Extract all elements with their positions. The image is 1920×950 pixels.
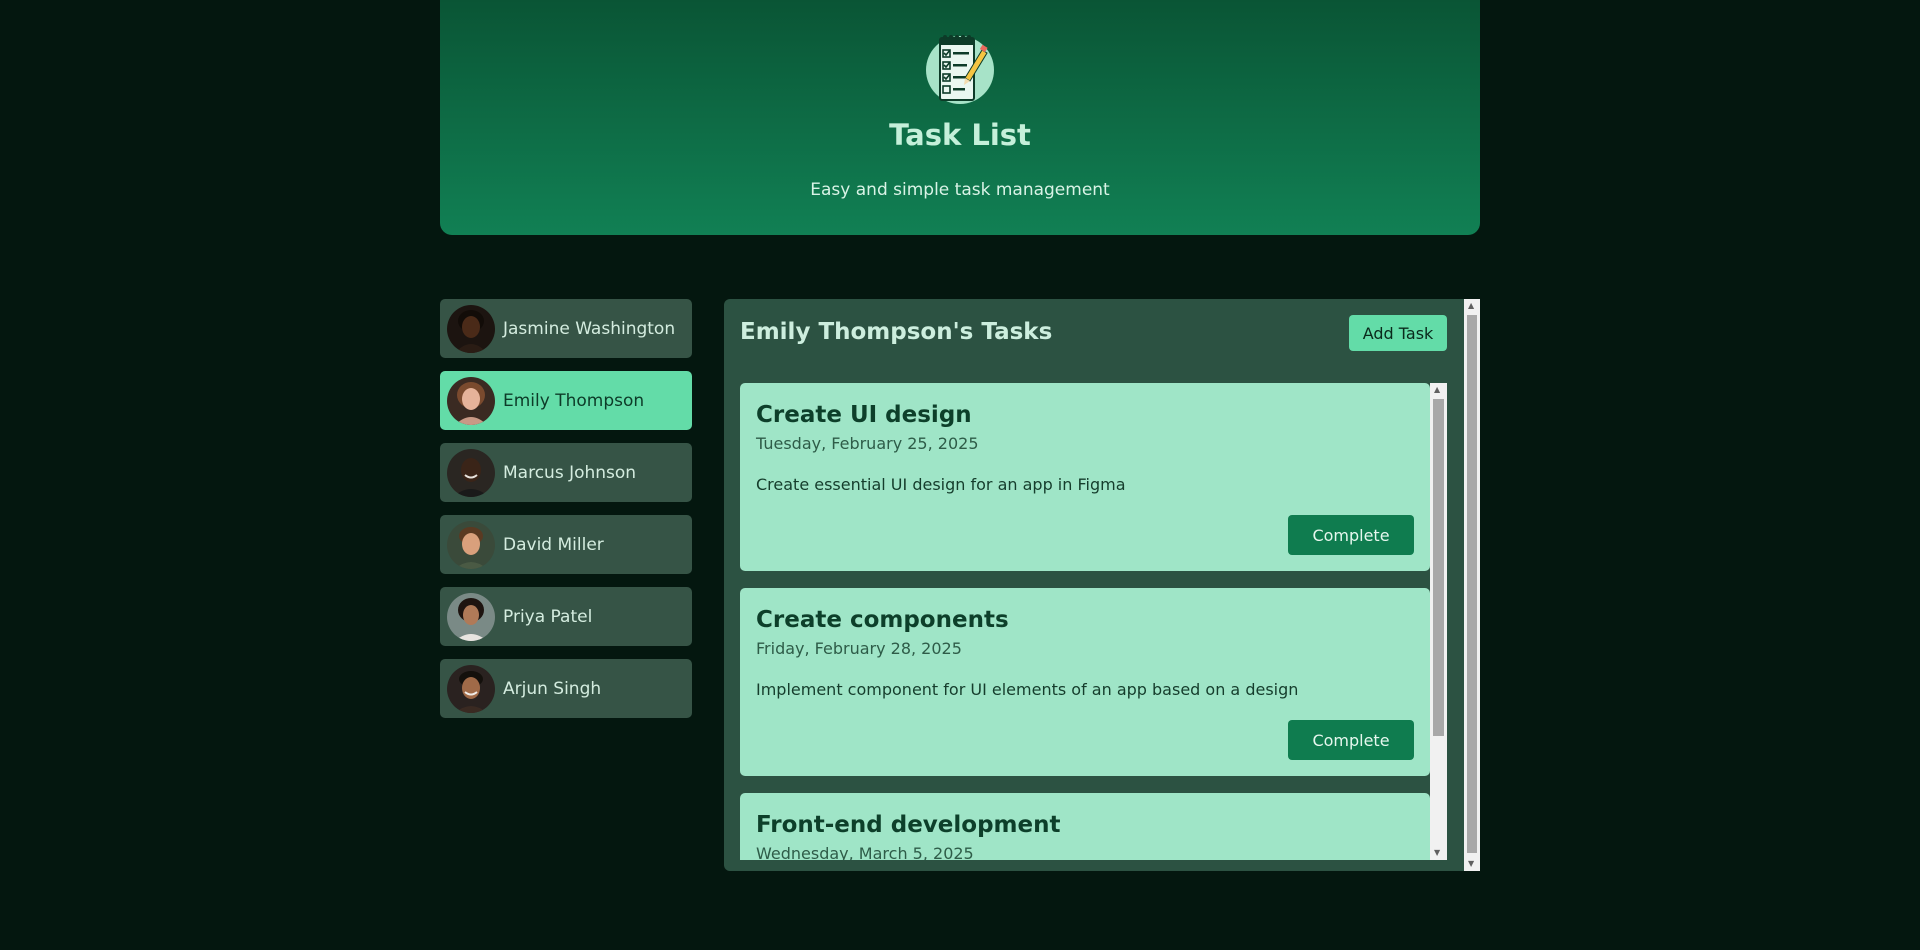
tasks-panel: Emily Thompson's Tasks Add Task Create U… bbox=[724, 299, 1480, 871]
sidebar-item-priya-patel[interactable]: Priya Patel bbox=[440, 587, 692, 646]
scroll-up-arrow-icon[interactable]: ▲ bbox=[1468, 302, 1474, 310]
clipboard-checklist-icon bbox=[926, 35, 994, 104]
sidebar-item-jasmine-washington[interactable]: Jasmine Washington bbox=[440, 299, 692, 358]
user-sidebar: Jasmine Washington Emily Thompson Marcus… bbox=[440, 299, 692, 731]
scroll-up-arrow-icon[interactable]: ▲ bbox=[1434, 386, 1440, 394]
task-list[interactable]: Create UI design Tuesday, February 25, 2… bbox=[740, 383, 1448, 860]
task-card: Create components Friday, February 28, 2… bbox=[740, 588, 1430, 776]
avatar bbox=[447, 376, 495, 425]
avatar bbox=[447, 592, 495, 641]
sidebar-item-label: Priya Patel bbox=[503, 606, 593, 627]
complete-button[interactable]: Complete bbox=[1288, 515, 1414, 555]
task-description: Create essential UI design for an app in… bbox=[756, 475, 1126, 494]
task-title: Create components bbox=[756, 607, 1009, 633]
sidebar-item-label: David Miller bbox=[503, 534, 604, 555]
task-title: Front-end development bbox=[756, 812, 1061, 838]
scrollbar-thumb[interactable] bbox=[1467, 315, 1477, 853]
tasks-panel-title: Emily Thompson's Tasks bbox=[740, 319, 1053, 345]
page-title: Task List bbox=[889, 118, 1031, 152]
scroll-down-arrow-icon[interactable]: ▼ bbox=[1468, 860, 1474, 868]
sidebar-item-label: Arjun Singh bbox=[503, 678, 602, 699]
add-task-button[interactable]: Add Task bbox=[1349, 315, 1447, 351]
task-list-scrollbar[interactable]: ▲ ▼ bbox=[1430, 383, 1447, 860]
task-date: Tuesday, February 25, 2025 bbox=[756, 434, 979, 453]
app-header: Task List Easy and simple task managemen… bbox=[440, 0, 1480, 235]
avatar bbox=[447, 448, 495, 497]
task-description: Implement component for UI elements of a… bbox=[756, 680, 1299, 699]
avatar bbox=[447, 304, 495, 353]
sidebar-item-label: Marcus Johnson bbox=[503, 462, 637, 483]
sidebar-item-label: Emily Thompson bbox=[503, 390, 645, 411]
sidebar-item-emily-thompson[interactable]: Emily Thompson bbox=[440, 371, 692, 430]
avatar bbox=[447, 664, 495, 713]
complete-button[interactable]: Complete bbox=[1288, 720, 1414, 760]
avatar bbox=[447, 520, 495, 569]
page-subtitle: Easy and simple task management bbox=[810, 180, 1110, 200]
task-card: Create UI design Tuesday, February 25, 2… bbox=[740, 383, 1430, 571]
scrollbar-thumb[interactable] bbox=[1433, 399, 1444, 736]
sidebar-item-marcus-johnson[interactable]: Marcus Johnson bbox=[440, 443, 692, 502]
task-date: Wednesday, March 5, 2025 bbox=[756, 844, 974, 860]
panel-scrollbar[interactable]: ▲ ▼ bbox=[1464, 299, 1480, 871]
task-card: Front-end development Wednesday, March 5… bbox=[740, 793, 1430, 860]
scroll-down-arrow-icon[interactable]: ▼ bbox=[1434, 849, 1440, 857]
sidebar-item-arjun-singh[interactable]: Arjun Singh bbox=[440, 659, 692, 718]
task-title: Create UI design bbox=[756, 402, 972, 428]
sidebar-item-label: Jasmine Washington bbox=[503, 318, 676, 339]
task-date: Friday, February 28, 2025 bbox=[756, 639, 962, 658]
sidebar-item-david-miller[interactable]: David Miller bbox=[440, 515, 692, 574]
